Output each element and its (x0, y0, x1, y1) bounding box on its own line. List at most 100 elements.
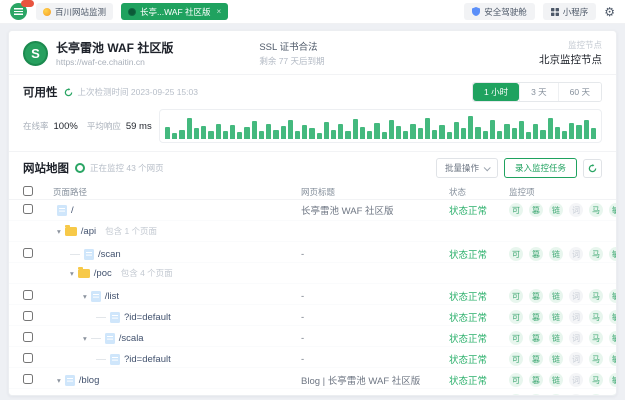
monitor-badge[interactable]: 可 (509, 331, 523, 345)
monitor-badge[interactable]: 可 (509, 310, 523, 324)
monitor-badge[interactable]: 敏 (609, 373, 617, 387)
page-icon (91, 291, 101, 302)
table-row[interactable]: ▾/scala-状态正常可篡链词马敏报警 (9, 326, 616, 347)
monitor-badge[interactable]: 可 (509, 352, 523, 366)
monitor-badge[interactable]: 链 (549, 203, 563, 217)
monitor-badge[interactable]: 篡 (529, 373, 543, 387)
row-checkbox[interactable] (23, 332, 33, 342)
chart-bar (591, 128, 596, 139)
refresh-icon[interactable] (64, 88, 73, 97)
monitor-badge[interactable]: 词 (569, 394, 583, 396)
table-refresh-button[interactable] (583, 159, 602, 178)
monitor-badge[interactable]: 马 (589, 373, 603, 387)
monitor-badge[interactable]: 词 (569, 352, 583, 366)
expand-caret-icon[interactable]: ▾ (57, 376, 61, 385)
site-url[interactable]: https://waf-ce.chaitin.cn (56, 57, 173, 67)
monitor-badge[interactable]: 链 (549, 373, 563, 387)
monitor-badge[interactable]: 敏 (609, 289, 617, 303)
monitor-badge[interactable]: 词 (569, 373, 583, 387)
monitor-badge[interactable]: 词 (569, 331, 583, 345)
row-checkbox[interactable] (23, 395, 33, 397)
monitor-badge[interactable]: 篡 (529, 394, 543, 396)
page-path-link[interactable]: / (98, 396, 101, 397)
row-checkbox[interactable] (23, 374, 33, 384)
monitor-badge[interactable]: 链 (549, 247, 563, 261)
table-row[interactable]: ▾/poc包含 4 个页面 (9, 263, 616, 284)
monitor-badge[interactable]: 可 (509, 203, 523, 217)
monitor-badge[interactable]: 马 (589, 352, 603, 366)
table-row[interactable]: /长亭雷池 WAF 社区版状态正常可篡链词马敏 (9, 200, 616, 221)
monitor-badge[interactable]: 篡 (529, 247, 543, 261)
monitor-badge[interactable]: 马 (589, 331, 603, 345)
monitor-badge[interactable]: 敏 (609, 310, 617, 324)
security-cockpit-button[interactable]: 安全驾驶舱 (464, 3, 535, 20)
page-path-link[interactable]: /poc (94, 268, 112, 279)
row-checkbox[interactable] (23, 248, 33, 258)
close-icon[interactable]: × (217, 7, 222, 16)
expand-caret-icon[interactable]: ▾ (57, 227, 61, 236)
table-row[interactable]: ▾/api包含 1 个页面 (9, 221, 616, 242)
table-row[interactable]: ?id=default-状态正常可篡链词马敏报警 (9, 347, 616, 368)
monitor-badge[interactable]: 可 (509, 394, 523, 396)
page-path-link[interactable]: / (71, 205, 74, 216)
page-path-link[interactable]: /scala (119, 333, 144, 344)
monitor-badge[interactable]: 篡 (529, 331, 543, 345)
monitor-badge[interactable]: 链 (549, 352, 563, 366)
monitor-badge[interactable]: 篡 (529, 289, 543, 303)
row-checkbox[interactable] (23, 353, 33, 363)
monitor-badge[interactable]: 篡 (529, 203, 543, 217)
platform-logo[interactable] (10, 3, 28, 21)
monitor-badge[interactable]: 可 (509, 373, 523, 387)
range-60d[interactable]: 60 天 (558, 83, 601, 101)
monitor-badge[interactable]: 篡 (529, 352, 543, 366)
monitor-badge[interactable]: 链 (549, 310, 563, 324)
monitor-badge[interactable]: 马 (589, 289, 603, 303)
add-monitor-task-button[interactable]: 录入监控任务 (504, 158, 577, 178)
monitor-badge[interactable]: 敏 (609, 247, 617, 261)
monitor-badge[interactable]: 链 (549, 289, 563, 303)
page-path-link[interactable]: ?id=default (124, 354, 171, 365)
row-checkbox[interactable] (23, 204, 33, 214)
monitor-badge[interactable]: 马 (589, 247, 603, 261)
range-3d[interactable]: 3 天 (519, 83, 558, 101)
monitor-badge[interactable]: 可 (509, 247, 523, 261)
monitor-badge[interactable]: 词 (569, 310, 583, 324)
monitor-badge[interactable]: 敏 (609, 394, 617, 396)
monitor-badge[interactable]: 马 (589, 394, 603, 396)
range-1h[interactable]: 1 小时 (473, 83, 519, 101)
monitor-badge[interactable]: 马 (589, 203, 603, 217)
monitor-badge[interactable]: 马 (589, 310, 603, 324)
monitor-badge[interactable]: 敏 (609, 331, 617, 345)
monitor-badge[interactable]: 敏 (609, 352, 617, 366)
monitor-badge[interactable]: 词 (569, 247, 583, 261)
expand-caret-icon[interactable]: ▾ (70, 269, 74, 278)
page-path-link[interactable]: /api (81, 226, 96, 237)
monitor-badge[interactable]: 敏 (609, 203, 617, 217)
row-checkbox[interactable] (23, 290, 33, 300)
page-path-link[interactable]: /scan (98, 249, 121, 260)
page-path-link[interactable]: /blog (79, 375, 100, 386)
monitor-badge[interactable]: 可 (509, 289, 523, 303)
monitor-badge[interactable]: 链 (549, 331, 563, 345)
monitor-badge[interactable]: 篡 (529, 310, 543, 324)
select-all-checkbox[interactable] (23, 186, 33, 196)
page-path-link[interactable]: ?id=default (124, 312, 171, 323)
table-row[interactable]: ▾/list-状态正常可篡链词马敏报警 (9, 284, 616, 305)
row-checkbox[interactable] (23, 311, 33, 321)
expand-caret-icon[interactable]: ▾ (83, 334, 87, 343)
chart-bar (216, 124, 221, 139)
expand-caret-icon[interactable]: ▾ (83, 292, 87, 301)
mini-app-button[interactable]: 小程序 (543, 3, 597, 20)
table-row[interactable]: ▾/blogBlog | 长亭雷池 WAF 社区版状态正常可篡链词马敏报警 (9, 368, 616, 389)
table-row[interactable]: ?id=default-状态正常可篡链词马敏报警 (9, 305, 616, 326)
tab-waf-active[interactable]: 长亭...WAF 社区版 × (121, 3, 228, 20)
table-row[interactable]: /scan-状态正常可篡链词马敏报警 (9, 242, 616, 263)
table-row[interactable]: /Blog | 长亭雷池 WAF 社区版状态正常可篡链词马敏报警 (9, 389, 616, 396)
monitor-badge[interactable]: 词 (569, 203, 583, 217)
monitor-badge[interactable]: 链 (549, 394, 563, 396)
bulk-action-dropdown[interactable]: 批量操作 (436, 158, 498, 178)
page-path-link[interactable]: /list (105, 291, 119, 302)
tab-site-monitor[interactable]: 百川网站监测 (36, 3, 113, 20)
gear-icon[interactable]: ⚙ (604, 6, 615, 18)
monitor-badge[interactable]: 词 (569, 289, 583, 303)
